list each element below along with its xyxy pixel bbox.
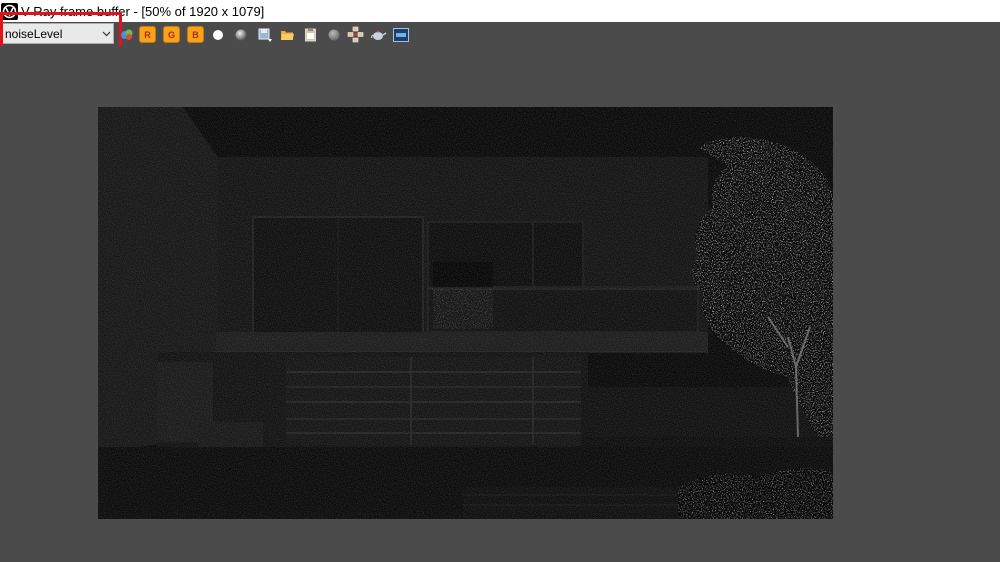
channel-select-value: noiseLevel (5, 26, 63, 41)
title-bar: V-Ray frame buffer - [50% of 1920 x 1079… (0, 0, 1000, 22)
channel-g-button[interactable]: G (163, 26, 180, 43)
channel-r-button[interactable]: R (139, 26, 156, 43)
white-circle-icon[interactable] (209, 26, 226, 43)
vfb-settings-icon[interactable] (392, 26, 409, 43)
vray-logo-icon (1, 2, 18, 20)
channel-b-button[interactable]: B (187, 26, 204, 43)
clipboard-icon[interactable] (302, 26, 319, 43)
grey-circle-icon[interactable] (325, 26, 342, 43)
region-render-icon[interactable] (347, 26, 364, 43)
teapot-render-icon[interactable] (370, 26, 387, 43)
open-folder-icon[interactable] (279, 26, 296, 43)
grey-sphere-icon[interactable] (232, 26, 249, 43)
save-image-icon[interactable] (257, 26, 274, 43)
window-title: V-Ray frame buffer - [50% of 1920 x 1079… (21, 3, 265, 19)
color-palette-icon[interactable] (118, 26, 135, 43)
chevron-down-icon (99, 24, 113, 43)
channel-select[interactable]: noiseLevel (2, 23, 114, 44)
render-image (98, 107, 833, 519)
